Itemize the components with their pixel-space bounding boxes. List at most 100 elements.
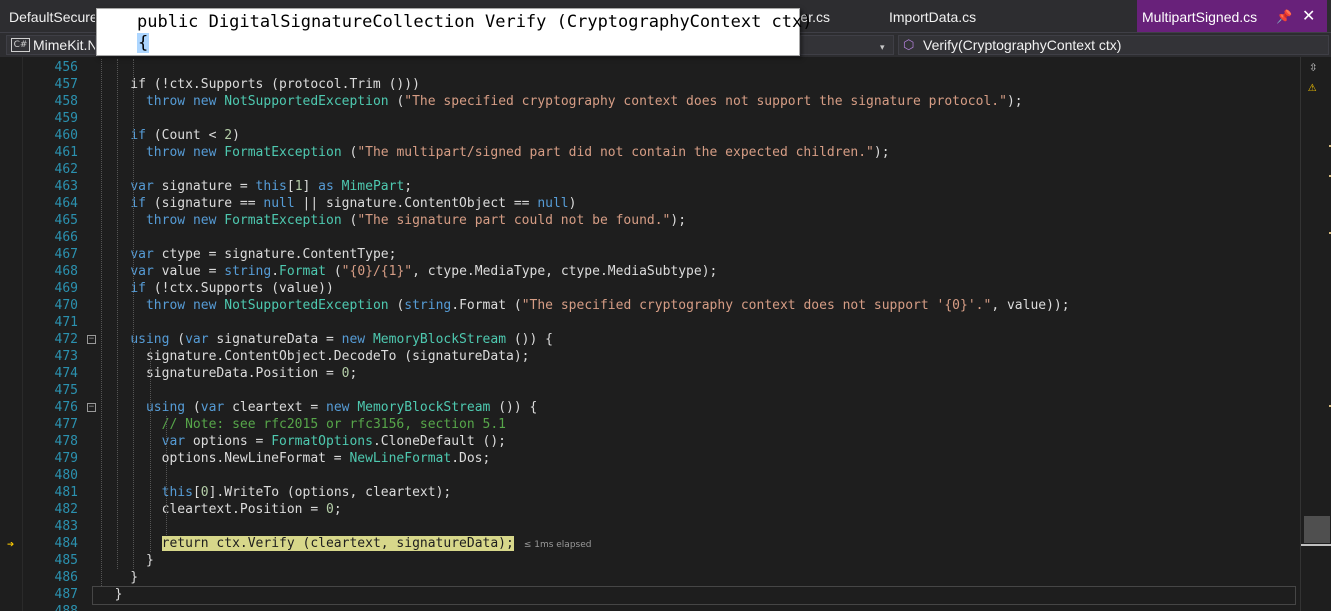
code-text: throw new NotSupportedException (string.… [99, 297, 1070, 314]
code-token: .Format ( [451, 298, 522, 313]
code-line[interactable]: 475 [0, 382, 1300, 399]
code-line[interactable]: 480 [0, 467, 1300, 484]
code-line[interactable]: 470 throw new NotSupportedException (str… [0, 297, 1300, 314]
code-line[interactable]: 467 var ctype = signature.ContentType; [0, 246, 1300, 263]
code-token: ()) { [490, 400, 538, 415]
code-line[interactable]: 463 var signature = this[1] as MimePart; [0, 178, 1300, 195]
code-line[interactable]: 485 } [0, 552, 1300, 569]
code-line[interactable]: 483 [0, 518, 1300, 535]
code-token: ctype = signature.ContentType; [153, 247, 397, 262]
warning-icon[interactable]: ⚠ [1308, 79, 1316, 95]
indent-guide [133, 59, 134, 569]
code-line[interactable]: 476− using (var cleartext = new MemoryBl… [0, 399, 1300, 416]
line-number: 477 [54, 417, 78, 432]
member-name: Verify(CryptographyContext ctx) [923, 37, 1122, 53]
code-line[interactable]: 464 if (signature == null || signature.C… [0, 195, 1300, 212]
vertical-scrollbar[interactable]: ⇳ ⚠ [1300, 57, 1331, 611]
code-token: new [192, 298, 217, 313]
split-window-icon[interactable]: ⇳ [1309, 59, 1317, 75]
code-token: ( [341, 213, 358, 228]
code-token: var [200, 400, 225, 415]
code-line[interactable]: 460 if (Count < 2) [0, 127, 1300, 144]
line-number: 461 [54, 145, 78, 160]
code-line[interactable]: 466 [0, 229, 1300, 246]
collapse-icon[interactable]: − [87, 335, 96, 344]
code-line[interactable]: 462 [0, 161, 1300, 178]
code-line[interactable]: 478 var options = FormatOptions.CloneDef… [0, 433, 1300, 450]
code-token: ; [404, 179, 413, 194]
code-line[interactable]: 459 [0, 110, 1300, 127]
code-line[interactable]: 481 this[0].WriteTo (options, cleartext)… [0, 484, 1300, 501]
code-token: signature.ContentObject.DecodeTo (signat… [99, 349, 530, 364]
line-number: 472 [54, 332, 78, 347]
code-line[interactable]: 461 throw new FormatException ("The mult… [0, 144, 1300, 161]
tab-label: ImportData.cs [889, 9, 977, 25]
line-number: 483 [54, 519, 78, 534]
code-line[interactable]: 486 } [0, 569, 1300, 586]
line-number: 469 [54, 281, 78, 296]
method-signature: public DigitalSignatureCollection Verify… [137, 12, 813, 32]
caret-position-marker [1301, 544, 1331, 546]
line-number: 481 [54, 485, 78, 500]
code-token: "The specified cryptography context does… [404, 94, 1007, 109]
tab-label: MultipartSigned.cs [1142, 9, 1258, 25]
line-number: 468 [54, 264, 78, 279]
current-line-highlight [92, 586, 1296, 605]
code-token: ) [232, 128, 240, 143]
tab-multipart-signed[interactable]: MultipartSigned.cs 📌 ✕ [1137, 0, 1327, 32]
scrollbar-thumb[interactable] [1304, 516, 1330, 543]
code-token: ); [1006, 94, 1023, 109]
code-token: MimePart [341, 179, 405, 194]
code-line[interactable]: 469 if (!ctx.Supports (value)) [0, 280, 1300, 297]
tab-default-secure-mime-context[interactable]: DefaultSecureMimeContext.cs [9, 0, 95, 32]
collapse-icon[interactable]: − [87, 403, 96, 412]
code-token: 1 [294, 179, 303, 194]
line-number: 478 [54, 434, 78, 449]
code-token: null [537, 196, 569, 211]
code-token: .CloneDefault (); [372, 434, 507, 449]
code-token: if (!ctx.Supports (protocol.Trim ())) [99, 77, 420, 92]
line-number: 484 [54, 536, 78, 551]
code-text: throw new FormatException ("The signatur… [99, 212, 686, 229]
code-editor[interactable]: 456 457 if (!ctx.Supports (protocol.Trim … [0, 57, 1300, 611]
code-line[interactable]: 456 [0, 59, 1300, 76]
tab-label: DefaultSecureMimeContext.cs [9, 9, 95, 25]
line-number: 470 [54, 298, 78, 313]
code-line[interactable]: 458 throw new NotSupportedException ("Th… [0, 93, 1300, 110]
code-text: if (Count < 2) [99, 127, 240, 144]
project-dropdown[interactable]: C# MimeKit.Net45 [6, 35, 96, 55]
code-line[interactable]: 484 ➔ return ctx.Verify (cleartext, signa… [0, 535, 1300, 552]
code-line[interactable]: 457 if (!ctx.Supports (protocol.Trim ())… [0, 76, 1300, 93]
code-token: ].WriteTo (options, cleartext); [208, 485, 452, 500]
code-line[interactable]: 482 cleartext.Position = 0; [0, 501, 1300, 518]
code-line[interactable]: 472− using (var signatureData = new Memo… [0, 331, 1300, 348]
code-token: "The signature part could not be found." [357, 213, 671, 228]
code-line[interactable]: 479 options.NewLineFormat = NewLineForma… [0, 450, 1300, 467]
code-line[interactable]: 477 // Note: see rfc2015 or rfc3156, sec… [0, 416, 1300, 433]
line-number: 474 [54, 366, 78, 381]
perf-tip[interactable]: ≤ 1ms elapsed [524, 540, 592, 550]
tab-import-data[interactable]: ImportData.cs [889, 0, 989, 32]
code-line[interactable]: 473 signature.ContentObject.DecodeTo (si… [0, 348, 1300, 365]
member-dropdown[interactable]: ⬡ Verify(CryptographyContext ctx) [898, 35, 1329, 55]
current-statement-arrow-icon: ➔ [7, 537, 15, 551]
code-text: } [99, 552, 154, 569]
code-text: signature.ContentObject.DecodeTo (signat… [99, 348, 530, 365]
indent-guide [101, 59, 102, 586]
code-line[interactable]: 465 throw new FormatException ("The sign… [0, 212, 1300, 229]
line-number: 459 [54, 111, 78, 126]
code-line[interactable]: 468 var value = string.Format ("{0}/{1}"… [0, 263, 1300, 280]
code-line[interactable]: 474 signatureData.Position = 0; [0, 365, 1300, 382]
pin-icon[interactable]: 📌 [1276, 0, 1292, 32]
close-icon[interactable]: ✕ [1302, 0, 1315, 32]
code-token: return ctx.Verify (cleartext, signatureD… [161, 536, 514, 551]
code-line[interactable]: 471 [0, 314, 1300, 331]
type-dropdown[interactable]: ▾ [800, 35, 894, 55]
